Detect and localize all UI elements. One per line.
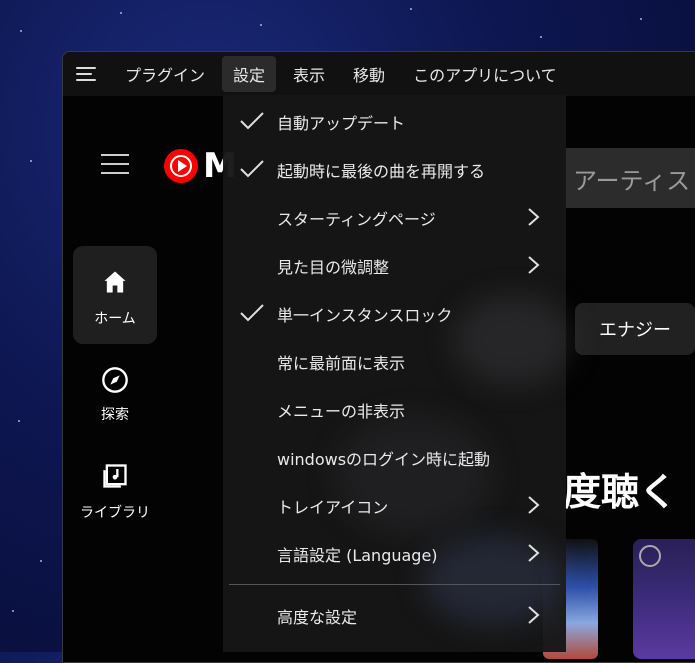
- chevron-right-icon: [528, 496, 540, 514]
- menu-separator: [229, 584, 560, 585]
- checkmark-icon: [240, 112, 264, 130]
- menu-item-resume-last-song[interactable]: 起動時に最後の曲を再開する: [223, 145, 566, 193]
- menu-item-label: トレイアイコン: [277, 498, 389, 517]
- home-icon: [104, 271, 126, 293]
- library-icon: [103, 464, 127, 488]
- play-icon: [639, 545, 661, 567]
- menu-item-starting-page[interactable]: スターティングページ: [223, 193, 566, 241]
- nav-explore-label: 探索: [101, 407, 129, 423]
- chevron-right-icon: [528, 256, 540, 274]
- menu-item-label: 単一インスタンスロック: [277, 306, 453, 325]
- menu-item-hide-menu[interactable]: メニューの非表示: [223, 385, 566, 433]
- menu-item-always-on-top[interactable]: 常に最前面に表示: [223, 337, 566, 385]
- menu-item-label: 見た目の微調整: [277, 258, 390, 277]
- menu-item-label: 自動アップデート: [277, 114, 406, 133]
- menu-item-single-instance-lock[interactable]: 単一インスタンスロック: [223, 289, 566, 337]
- menu-item-label: 高度な設定: [277, 608, 358, 627]
- menu-item-label: windowsのログイン時に起動: [277, 450, 491, 469]
- menu-item-tray-icon[interactable]: トレイアイコン: [223, 481, 566, 529]
- nav-library-label: ライブラリ: [80, 505, 150, 521]
- nav-home[interactable]: ホーム: [73, 246, 157, 344]
- menu-item-auto-update[interactable]: 自動アップデート: [223, 97, 566, 145]
- menu-item-label: スターティングページ: [277, 210, 436, 229]
- menu-navigate[interactable]: 移動: [342, 56, 396, 92]
- nav-home-label: ホーム: [94, 311, 136, 327]
- menu-bar: プラグイン 設定 表示 移動 このアプリについて: [63, 52, 695, 96]
- nav-explore[interactable]: 探索: [73, 346, 157, 444]
- hamburger-icon[interactable]: [76, 67, 96, 81]
- settings-dropdown-menu: 自動アップデート 起動時に最後の曲を再開する スターティングページ 見た目の微調…: [223, 95, 573, 652]
- menu-item-visual-tweaks[interactable]: 見た目の微調整: [223, 241, 566, 289]
- checkmark-icon: [240, 160, 264, 178]
- album-thumbnail[interactable]: [633, 539, 695, 659]
- menu-item-language[interactable]: 言語設定 (Language): [223, 529, 566, 577]
- chevron-right-icon: [528, 208, 540, 226]
- menu-view[interactable]: 表示: [282, 56, 336, 92]
- chevron-right-icon: [528, 606, 540, 624]
- sidebar-toggle-icon[interactable]: [101, 154, 129, 174]
- menu-settings[interactable]: 設定: [222, 56, 277, 92]
- youtube-music-logo-icon[interactable]: [164, 149, 198, 183]
- menu-item-label: 言語設定 (Language): [277, 546, 438, 565]
- chevron-right-icon: [528, 544, 540, 562]
- menu-about[interactable]: このアプリについて: [402, 56, 568, 92]
- compass-icon: [102, 367, 128, 393]
- nav-library[interactable]: ライブラリ: [73, 444, 157, 542]
- menu-item-start-at-login[interactable]: windowsのログイン時に起動: [223, 433, 566, 481]
- menu-item-label: メニューの非表示: [277, 402, 406, 421]
- menu-item-label: 常に最前面に表示: [277, 354, 406, 373]
- checkmark-icon: [240, 304, 264, 322]
- menu-item-advanced-settings[interactable]: 高度な設定: [223, 591, 566, 639]
- section-title: 度聴く: [563, 470, 678, 514]
- menu-plugins[interactable]: プラグイン: [114, 56, 216, 92]
- search-input[interactable]: アーティス: [563, 148, 695, 208]
- mood-chip-energy[interactable]: エナジー: [575, 303, 695, 355]
- menu-item-label: 起動時に最後の曲を再開する: [277, 162, 486, 181]
